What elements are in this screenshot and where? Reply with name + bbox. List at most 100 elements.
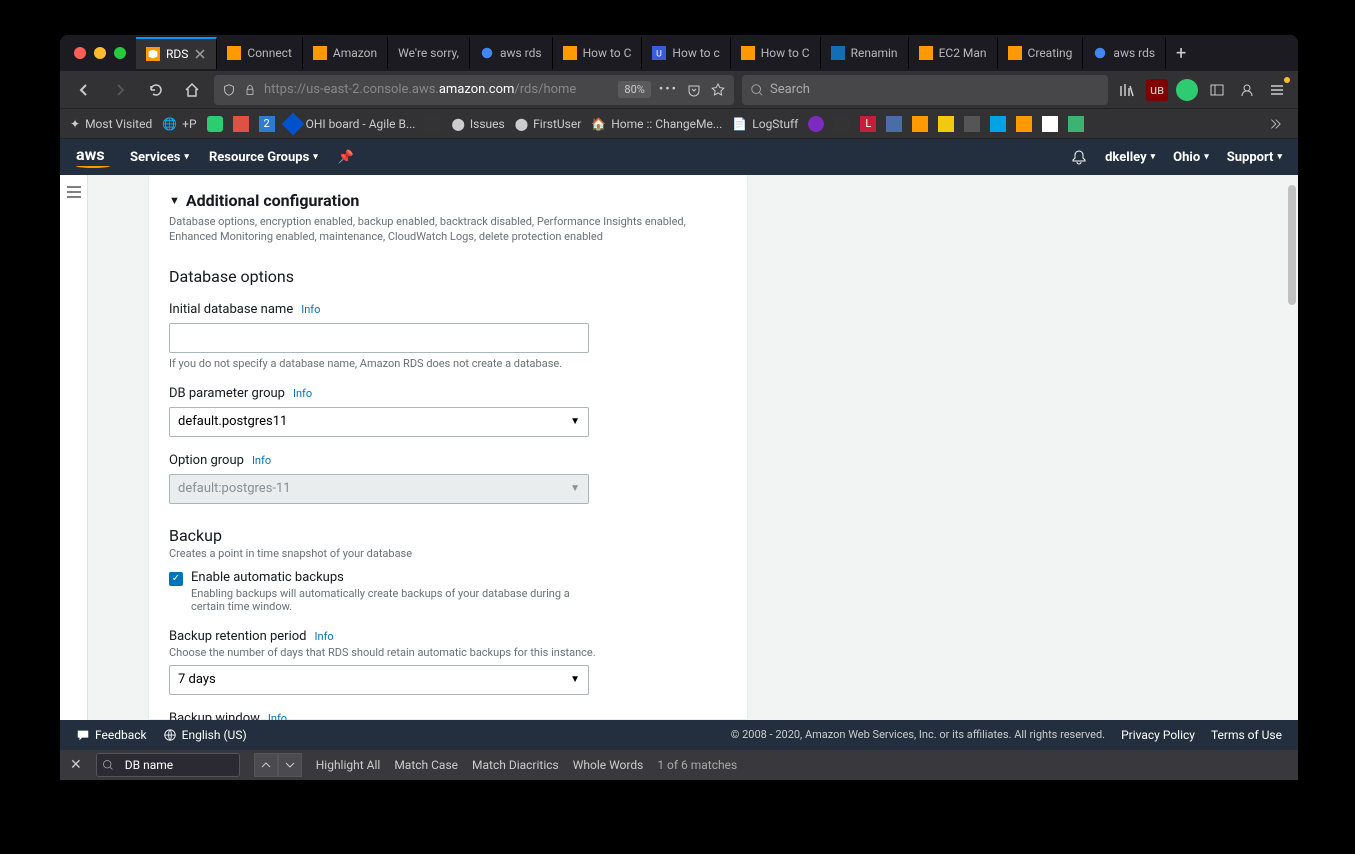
initial-database-name-input[interactable] <box>169 323 589 353</box>
library-icon[interactable] <box>1116 79 1138 101</box>
field-label-text: Backup retention period <box>169 629 307 644</box>
info-link[interactable]: Info <box>315 630 334 643</box>
address-bar[interactable]: https://us-east-2.console.aws.amazon.com… <box>214 75 734 105</box>
new-tab-button[interactable]: + <box>1166 38 1196 68</box>
tab-amazon[interactable]: Amazon <box>303 37 388 69</box>
info-link[interactable]: Info <box>252 454 271 467</box>
account-icon[interactable] <box>1236 79 1258 101</box>
tab-ec2[interactable]: EC2 Man <box>909 37 998 69</box>
bookmark-ohi[interactable]: OHI board - Agile B... <box>285 116 416 132</box>
bookmark-item[interactable] <box>233 116 249 132</box>
github-icon: ⬤ <box>451 117 464 131</box>
terms-link[interactable]: Terms of Use <box>1211 728 1282 742</box>
menu-icon[interactable] <box>1266 79 1288 101</box>
bookmark-item[interactable] <box>964 116 980 132</box>
tab-renaming[interactable]: Renamin <box>821 37 909 69</box>
pin-icon[interactable]: 📌 <box>338 150 354 165</box>
bookmark-issues[interactable]: ⬤Issues <box>451 117 504 131</box>
tab-sorry[interactable]: We're sorry, <box>388 37 470 69</box>
find-prev-button[interactable] <box>254 753 278 777</box>
home-button[interactable] <box>178 76 206 104</box>
db-parameter-group-select[interactable]: default.postgres11 ▼ <box>169 407 589 437</box>
sidebar-icon[interactable] <box>1206 79 1228 101</box>
info-link[interactable]: Info <box>301 303 320 316</box>
expand-triangle-icon: ▼ <box>169 194 180 207</box>
feedback-link[interactable]: Feedback <box>76 728 147 742</box>
sidebar-toggle-button[interactable] <box>60 175 88 720</box>
tab-howto1[interactable]: How to C <box>553 37 643 69</box>
close-findbar-button[interactable]: ✕ <box>70 757 82 773</box>
close-tab-icon[interactable] <box>194 48 206 60</box>
language-link[interactable]: English (US) <box>163 728 247 742</box>
bookmark-item[interactable] <box>886 116 902 132</box>
resource-groups-menu[interactable]: Resource Groups▾ <box>209 150 318 165</box>
match-diacritics-option[interactable]: Match Diacritics <box>472 758 559 772</box>
notifications-icon[interactable] <box>1071 149 1087 165</box>
bookmark-firstuser[interactable]: ⬤FirstUser <box>515 117 582 131</box>
bookmark-item[interactable]: L <box>860 116 876 132</box>
bookmark-item[interactable] <box>834 116 850 132</box>
whole-words-option[interactable]: Whole Words <box>573 758 644 772</box>
config-panel: ▼ Additional configuration Database opti… <box>148 175 748 720</box>
maximize-window-button[interactable] <box>114 47 126 59</box>
bookmarks-overflow-button[interactable] <box>1260 110 1288 138</box>
bookmark-item[interactable] <box>938 116 954 132</box>
tab-awsrds1[interactable]: aws rds <box>470 37 553 69</box>
search-placeholder: Search <box>770 82 810 97</box>
aws-logo[interactable]: aws <box>76 147 110 168</box>
bookmark-item[interactable] <box>1016 116 1032 132</box>
privacy-link[interactable]: Privacy Policy <box>1121 728 1195 742</box>
bookmark-item[interactable] <box>1068 116 1084 132</box>
region-menu[interactable]: Ohio▾ <box>1173 150 1209 165</box>
forward-button[interactable] <box>106 76 134 104</box>
bookmark-home[interactable]: 🏠Home :: ChangeMe... <box>591 117 722 131</box>
services-menu[interactable]: Services▾ <box>130 150 189 165</box>
scroll-thumb[interactable] <box>1288 185 1296 305</box>
highlight-all-option[interactable]: Highlight All <box>316 758 381 772</box>
more-icon[interactable]: ••• <box>659 82 678 97</box>
enable-automatic-backups-checkbox[interactable]: ✓ <box>169 572 183 586</box>
bookmark-item[interactable]: 2 <box>259 116 275 132</box>
minimize-window-button[interactable] <box>94 47 106 59</box>
field-label-text: Option group <box>169 453 244 468</box>
main-scroll-area[interactable]: ▼ Additional configuration Database opti… <box>88 175 1298 720</box>
tab-awsrds2[interactable]: aws rds <box>1083 37 1166 69</box>
tab-creating[interactable]: Creating <box>998 37 1084 69</box>
tab-rds[interactable]: RDS <box>136 37 217 69</box>
aws-console-header: aws Services▾ Resource Groups▾ 📌 dkelley… <box>60 139 1298 175</box>
find-nav <box>254 753 302 777</box>
bookmark-star-icon[interactable] <box>710 82 726 98</box>
close-window-button[interactable] <box>74 47 86 59</box>
additional-config-header[interactable]: ▼ Additional configuration <box>169 175 727 210</box>
bookmark-item[interactable] <box>1042 116 1058 132</box>
bookmark-item[interactable] <box>425 116 441 132</box>
account-menu[interactable]: dkelley▾ <box>1105 150 1155 165</box>
scrollbar[interactable] <box>1286 175 1298 720</box>
back-button[interactable] <box>70 76 98 104</box>
backup-retention-select[interactable]: 7 days ▼ <box>169 665 589 695</box>
find-next-button[interactable] <box>278 753 302 777</box>
bookmark-p[interactable]: 🌐+P <box>162 117 196 131</box>
bookmark-item[interactable] <box>207 116 223 132</box>
info-link[interactable]: Info <box>293 387 312 400</box>
bookmark-item[interactable] <box>808 116 824 132</box>
support-menu[interactable]: Support▾ <box>1227 150 1282 165</box>
bookmark-logstuff[interactable]: 📄LogStuff <box>732 117 798 131</box>
reload-button[interactable] <box>142 76 170 104</box>
bookmark-item[interactable] <box>912 116 928 132</box>
info-link[interactable]: Info <box>268 712 287 720</box>
ublock-icon[interactable]: uʙ <box>1146 79 1168 101</box>
bookmark-most-visited[interactable]: ✦Most Visited <box>70 117 152 131</box>
bookmark-item[interactable] <box>990 116 1006 132</box>
lock-icon <box>244 84 256 96</box>
extension-icon[interactable] <box>1176 79 1198 101</box>
tab-howto2[interactable]: UHow to c <box>642 37 730 69</box>
favicon-icon <box>741 46 755 60</box>
tab-connect[interactable]: Connect <box>217 37 302 69</box>
match-case-option[interactable]: Match Case <box>394 758 458 772</box>
pocket-icon[interactable] <box>686 82 702 98</box>
tab-howto3[interactable]: How to C <box>731 37 821 69</box>
find-input[interactable] <box>119 758 239 772</box>
zoom-indicator[interactable]: 80% <box>618 81 650 98</box>
search-bar[interactable]: Search <box>742 75 1108 105</box>
